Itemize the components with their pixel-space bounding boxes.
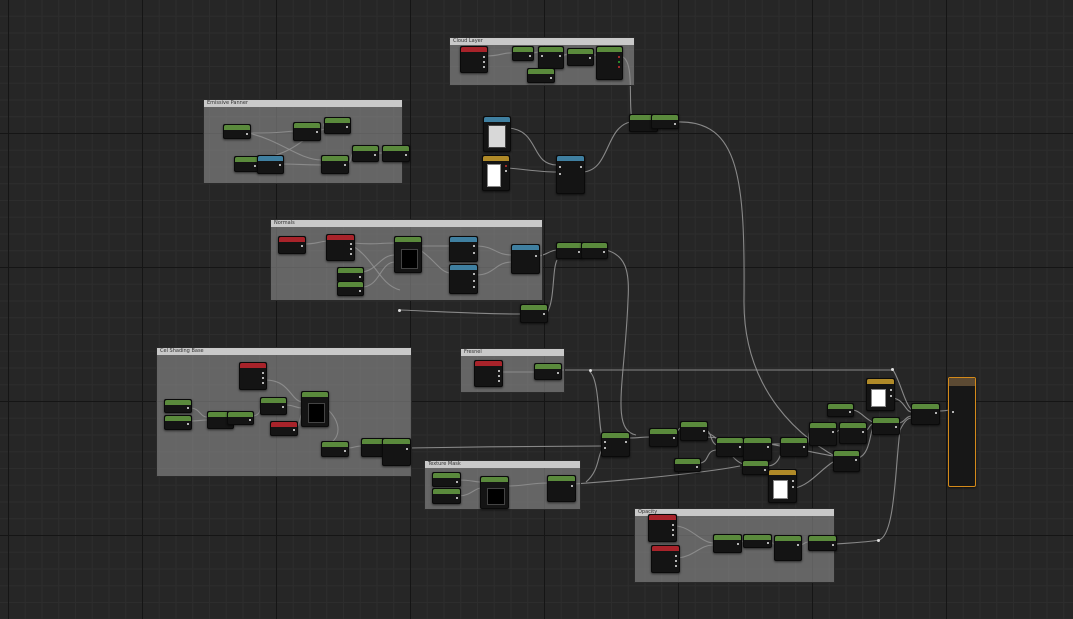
wire [559, 369, 913, 411]
math-node[interactable] [872, 417, 900, 435]
wire [507, 167, 558, 173]
wire [627, 436, 651, 439]
math-node[interactable] [743, 437, 772, 461]
math-node[interactable] [743, 534, 772, 548]
wire [698, 449, 718, 464]
math-node[interactable] [674, 458, 701, 472]
preview-node[interactable] [301, 391, 329, 427]
math-node[interactable] [449, 236, 478, 262]
wire [546, 259, 558, 314]
wire [408, 445, 603, 449]
wire [573, 465, 741, 485]
texture-sample-node[interactable] [460, 46, 488, 73]
math-node[interactable] [534, 363, 562, 380]
preview-node[interactable] [394, 236, 422, 273]
math-node[interactable] [512, 46, 534, 61]
math-node[interactable] [651, 114, 679, 129]
wire [399, 309, 521, 315]
constant-color-node[interactable] [768, 469, 797, 503]
comment-title: Texture Mask [425, 461, 580, 468]
math-node[interactable] [601, 432, 630, 457]
math-node[interactable] [538, 46, 564, 69]
math-node[interactable] [680, 421, 708, 441]
math-node[interactable] [449, 264, 478, 294]
math-node[interactable] [527, 68, 555, 83]
math-node[interactable] [911, 403, 940, 425]
math-node[interactable] [382, 438, 411, 466]
math-node[interactable] [352, 145, 379, 162]
math-node[interactable] [780, 437, 808, 457]
texture-sample-node[interactable] [474, 360, 503, 387]
comment-title: Emissive Panner [204, 100, 402, 107]
math-node[interactable] [234, 156, 259, 172]
math-node[interactable] [321, 155, 349, 174]
wire [589, 371, 604, 441]
blend-node[interactable] [556, 155, 585, 194]
comment-title: Cel Shading Base [157, 348, 411, 355]
texture-sample-node[interactable] [239, 362, 267, 390]
reroute-node[interactable] [877, 539, 880, 542]
math-node[interactable] [833, 450, 860, 472]
math-node[interactable] [742, 460, 769, 475]
math-node[interactable] [293, 122, 321, 141]
math-node[interactable] [808, 535, 837, 551]
reroute-node[interactable] [891, 368, 894, 371]
wire [605, 249, 637, 436]
material-output-node[interactable] [948, 377, 976, 487]
wire [676, 121, 847, 463]
comment-title: Fresnel [461, 349, 564, 356]
comment-title: Cloud Layer [450, 38, 634, 45]
wire [851, 409, 874, 423]
wire [582, 121, 631, 173]
reroute-node[interactable] [589, 369, 592, 372]
math-node[interactable] [227, 411, 254, 425]
texture-object-node[interactable] [483, 116, 511, 152]
wire [507, 127, 558, 166]
math-node[interactable] [556, 242, 583, 259]
math-node[interactable] [839, 422, 867, 444]
comment-title: Normals [271, 220, 542, 227]
math-node[interactable] [713, 534, 742, 553]
math-node[interactable] [596, 46, 623, 80]
math-node[interactable] [774, 535, 802, 561]
math-node[interactable] [547, 475, 576, 502]
math-node[interactable] [567, 48, 594, 66]
math-node[interactable] [337, 281, 364, 296]
math-node[interactable] [321, 441, 349, 457]
preview-node[interactable] [480, 476, 509, 509]
wire [897, 415, 913, 424]
math-node[interactable] [260, 397, 287, 415]
math-node[interactable] [223, 124, 251, 139]
math-node[interactable] [649, 428, 678, 447]
math-node[interactable] [382, 145, 410, 162]
math-node[interactable] [520, 304, 548, 323]
texture-sample-node[interactable] [270, 421, 298, 436]
math-node[interactable] [827, 403, 854, 417]
panner-node[interactable] [257, 155, 284, 174]
math-node[interactable] [164, 399, 192, 413]
material-graph-canvas[interactable]: Cloud Layer Emissive Panner Normals Cel … [0, 0, 1073, 619]
wire [892, 397, 913, 413]
constant-color-node[interactable] [866, 378, 895, 411]
math-node[interactable] [324, 117, 351, 134]
constant-color-node[interactable] [482, 155, 510, 191]
wire [794, 461, 834, 489]
texture-sample-node[interactable] [648, 514, 677, 542]
texture-sample-node[interactable] [326, 234, 355, 261]
texture-sample-node[interactable] [651, 545, 680, 573]
reroute-node[interactable] [398, 309, 401, 312]
math-node[interactable] [164, 415, 192, 430]
math-node[interactable] [716, 437, 744, 457]
math-node[interactable] [432, 472, 461, 487]
math-node[interactable] [337, 267, 364, 282]
texture-sample-node[interactable] [278, 236, 306, 254]
math-node[interactable] [432, 488, 461, 504]
math-node[interactable] [511, 244, 540, 274]
math-node[interactable] [581, 242, 608, 259]
math-node[interactable] [809, 422, 837, 446]
